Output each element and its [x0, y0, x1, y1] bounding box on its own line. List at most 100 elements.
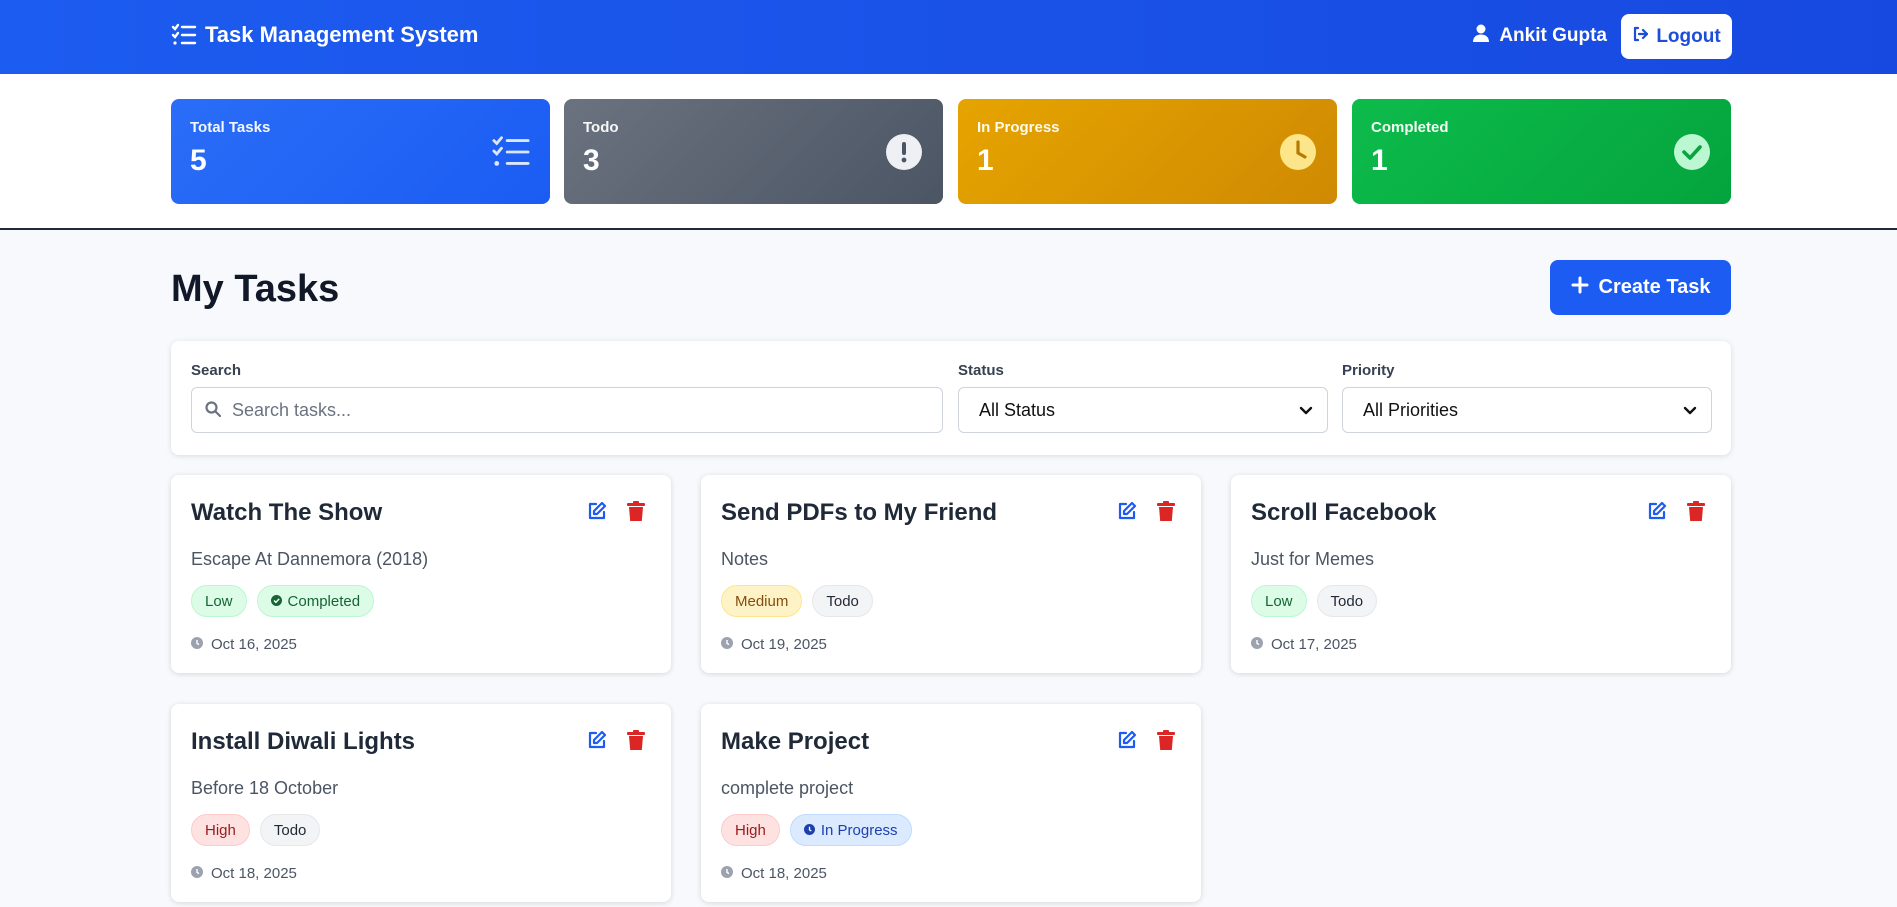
task-date: Oct 16, 2025 — [191, 636, 297, 653]
search-field[interactable] — [191, 387, 943, 433]
task-title: Watch The Show — [191, 499, 383, 526]
task-badges: Medium Todo — [721, 585, 873, 617]
clock-icon — [191, 636, 203, 653]
task-description: Notes — [721, 549, 769, 569]
edit-icon[interactable] — [1117, 501, 1137, 526]
priority-badge: Medium — [721, 585, 803, 617]
stat-value: 5 — [190, 144, 207, 177]
task-date: Oct 19, 2025 — [721, 636, 827, 653]
status-badge: Todo — [1316, 585, 1378, 617]
stat-value: 1 — [1371, 144, 1388, 177]
edit-icon[interactable] — [1647, 501, 1667, 526]
task-description: Escape At Dannemora (2018) — [191, 549, 429, 569]
clock-icon — [1251, 636, 1263, 653]
task-date: Oct 18, 2025 — [721, 865, 827, 882]
search-icon — [205, 401, 222, 422]
task-date-text: Oct 17, 2025 — [1271, 636, 1357, 653]
exclamation-circle-icon — [885, 133, 923, 171]
edit-icon[interactable] — [1117, 730, 1137, 755]
user-icon — [1473, 24, 1490, 48]
priority-badge: Low — [191, 585, 247, 617]
page-title: My Tasks — [171, 268, 340, 310]
logout-label: Logout — [1656, 25, 1721, 47]
priority-select[interactable]: All Priorities — [1342, 387, 1712, 433]
task-card[interactable]: Install Diwali Lights Before 18 October … — [171, 704, 671, 902]
task-actions — [587, 730, 645, 755]
logout-icon — [1632, 26, 1649, 48]
clock-icon — [721, 865, 733, 882]
top-navbar: Task Management System Ankit Gupta Logou… — [0, 0, 1897, 74]
task-date: Oct 18, 2025 — [191, 865, 297, 882]
user-name: Ankit Gupta — [1499, 25, 1607, 46]
clock-icon — [1279, 133, 1317, 171]
status-badge: Todo — [259, 814, 321, 846]
stat-card-completed: Completed 1 — [1352, 99, 1731, 204]
priority-select-value: All Priorities — [1363, 399, 1459, 420]
stat-card-total: Total Tasks 5 — [171, 99, 550, 204]
app-title: Task Management System — [205, 22, 479, 47]
task-date-text: Oct 16, 2025 — [211, 636, 297, 653]
create-task-label: Create Task — [1598, 276, 1711, 298]
logout-button[interactable]: Logout — [1621, 14, 1732, 59]
task-date-text: Oct 18, 2025 — [211, 865, 297, 882]
status-badge: Todo — [812, 585, 873, 617]
trash-icon[interactable] — [1687, 501, 1705, 526]
trash-icon[interactable] — [627, 730, 645, 755]
search-label: Search — [191, 362, 242, 379]
clock-icon — [721, 636, 733, 653]
priority-badge: Low — [1251, 585, 1307, 617]
status-badge: Completed — [256, 585, 375, 617]
task-description: complete project — [721, 778, 854, 798]
task-description: Just for Memes — [1251, 549, 1375, 569]
edit-icon[interactable] — [587, 730, 607, 755]
task-title: Make Project — [721, 728, 870, 755]
status-badge-label: Completed — [287, 592, 361, 610]
task-actions — [1647, 501, 1705, 526]
status-select-value: All Status — [979, 399, 1056, 420]
task-actions — [587, 501, 645, 526]
edit-icon[interactable] — [587, 501, 607, 526]
clock-icon — [191, 865, 203, 882]
stat-card-todo: Todo 3 — [564, 99, 943, 204]
stat-value: 3 — [583, 144, 600, 177]
task-actions — [1117, 501, 1175, 526]
task-card[interactable]: Send PDFs to My Friend Notes Medium Todo… — [701, 475, 1201, 673]
plus-icon — [1571, 276, 1589, 300]
list-check-icon — [492, 133, 530, 171]
task-card[interactable]: Scroll Facebook Just for Memes Low Todo … — [1231, 475, 1731, 673]
status-badge: In Progress — [789, 814, 912, 846]
task-card[interactable]: Make Project complete project High In Pr… — [701, 704, 1201, 902]
tasks-list-icon — [171, 22, 197, 48]
user-info: Ankit Gupta — [1473, 24, 1607, 48]
trash-icon[interactable] — [1157, 730, 1175, 755]
check-circle-icon — [270, 593, 282, 610]
status-badge-label: In Progress — [820, 821, 898, 839]
task-date-text: Oct 19, 2025 — [741, 636, 827, 653]
status-select[interactable]: All Status — [958, 387, 1328, 433]
priority-badge: High — [721, 814, 780, 846]
task-badges: Low Completed — [191, 585, 375, 617]
trash-icon[interactable] — [627, 501, 645, 526]
chevron-down-icon — [1299, 400, 1313, 421]
trash-icon[interactable] — [1157, 501, 1175, 526]
stat-label: Completed — [1371, 119, 1449, 136]
status-label: Status — [958, 362, 1004, 379]
priority-badge: High — [191, 814, 250, 846]
task-actions — [1117, 730, 1175, 755]
task-title: Install Diwali Lights — [191, 728, 416, 755]
search-input[interactable] — [232, 399, 942, 421]
task-badges: High Todo — [191, 814, 321, 846]
stat-label: In Progress — [977, 119, 1060, 136]
task-title: Scroll Facebook — [1251, 499, 1437, 526]
app-brand[interactable]: Task Management System — [171, 22, 478, 48]
stat-label: Todo — [583, 119, 619, 136]
task-description: Before 18 October — [191, 778, 339, 798]
stats-section: Total Tasks 5 Todo 3 In Progress 1 Compl… — [0, 74, 1897, 230]
priority-label: Priority — [1342, 362, 1395, 379]
stat-value: 1 — [977, 144, 994, 177]
task-date: Oct 17, 2025 — [1251, 636, 1357, 653]
create-task-button[interactable]: Create Task — [1550, 260, 1731, 315]
task-title: Send PDFs to My Friend — [721, 499, 998, 526]
filters-panel: Search Status All Status Priority All Pr… — [171, 341, 1731, 455]
task-card[interactable]: Watch The Show Escape At Dannemora (2018… — [171, 475, 671, 673]
